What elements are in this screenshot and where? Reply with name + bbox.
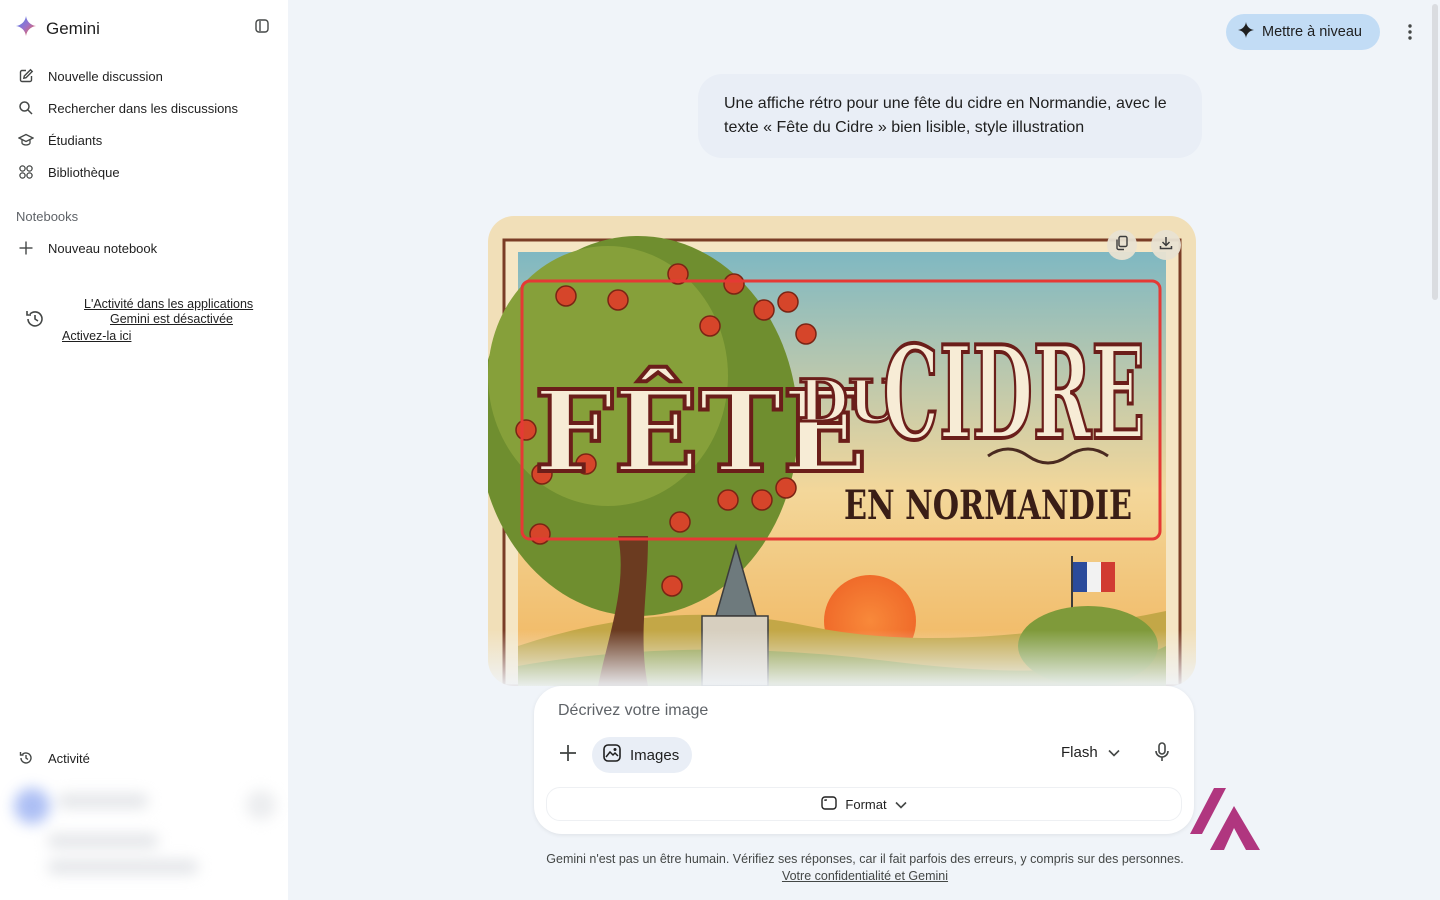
disclaimer: Gemini n'est pas un être humain. Vérifie… bbox=[490, 851, 1240, 885]
grid-icon bbox=[18, 164, 34, 180]
download-image-button[interactable] bbox=[1151, 230, 1181, 260]
activate-link[interactable]: Activez-la ici bbox=[62, 328, 131, 344]
sidebar-item-label: Activité bbox=[48, 750, 90, 766]
gemini-sparkle-icon bbox=[16, 16, 36, 41]
poster-subtitle: EN NORMANDIE bbox=[844, 482, 1132, 529]
brand[interactable]: Gemini bbox=[16, 16, 100, 41]
aspect-ratio-icon bbox=[821, 795, 838, 813]
model-selector[interactable]: Flash bbox=[1061, 744, 1120, 761]
user-prompt-text: Une affiche rétro pour une fête du cidre… bbox=[724, 95, 1167, 136]
history-icon bbox=[24, 308, 46, 335]
sidebar-item-label: Bibliothèque bbox=[48, 164, 120, 180]
upgrade-label: Mettre à niveau bbox=[1262, 24, 1362, 40]
image-fade-overlay bbox=[488, 630, 1196, 690]
search-icon bbox=[18, 100, 34, 116]
disclaimer-text: Gemini n'est pas un être humain. Vérifie… bbox=[546, 852, 1184, 866]
user-prompt-bubble: Une affiche rétro pour une fête du cidre… bbox=[698, 74, 1202, 158]
images-tool-chip[interactable]: Images bbox=[592, 737, 692, 773]
copy-icon bbox=[1114, 235, 1130, 256]
graduation-cap-icon bbox=[18, 132, 34, 148]
history-icon bbox=[18, 750, 34, 766]
sidebar-item-new-chat[interactable]: Nouvelle discussion bbox=[0, 60, 288, 92]
sidebar-item-students[interactable]: Étudiants bbox=[0, 124, 288, 156]
edit-icon bbox=[18, 68, 34, 84]
prompt-composer: Décrivez votre image Images Flash Format bbox=[534, 686, 1194, 834]
new-notebook-label: Nouveau notebook bbox=[48, 240, 158, 256]
generated-image[interactable]: FÊTE DU CIDRE EN NORMANDIE bbox=[488, 216, 1196, 686]
microphone-button[interactable] bbox=[1152, 741, 1172, 767]
notebooks-section-label: Notebooks bbox=[16, 209, 79, 224]
avatar bbox=[14, 788, 50, 824]
more-options-icon[interactable] bbox=[1398, 20, 1422, 44]
account-area[interactable] bbox=[8, 780, 278, 890]
sidebar-item-label: Rechercher dans les discussions bbox=[48, 100, 239, 116]
sidebar: Gemini Nouvelle discussion Rechercher da… bbox=[0, 0, 288, 900]
format-selector[interactable]: Format bbox=[546, 787, 1182, 821]
download-icon bbox=[1158, 235, 1174, 256]
scrollbar[interactable] bbox=[1430, 0, 1440, 900]
sidebar-item-label: Nouvelle discussion bbox=[48, 68, 163, 84]
chevron-down-icon bbox=[895, 797, 907, 812]
new-notebook-button[interactable]: Nouveau notebook bbox=[0, 232, 288, 264]
image-edit-icon bbox=[602, 743, 622, 767]
format-label: Format bbox=[845, 796, 887, 812]
poster-title-cidre: CIDRE bbox=[883, 319, 1145, 469]
watermark-logo-icon bbox=[1190, 788, 1262, 850]
plus-icon bbox=[18, 240, 34, 256]
plus-icon bbox=[558, 743, 578, 768]
activity-notice-link[interactable]: Gemini est désactivée bbox=[110, 311, 233, 327]
sidebar-item-search[interactable]: Rechercher dans les discussions bbox=[0, 92, 288, 124]
model-label: Flash bbox=[1061, 744, 1098, 761]
sidebar-toggle-icon[interactable] bbox=[252, 16, 272, 36]
sidebar-item-activity[interactable]: Activité bbox=[0, 742, 288, 774]
microphone-icon bbox=[1155, 741, 1169, 767]
sidebar-item-library[interactable]: Bibliothèque bbox=[0, 156, 288, 188]
images-chip-label: Images bbox=[630, 746, 680, 764]
sidebar-item-label: Étudiants bbox=[48, 132, 103, 148]
prompt-input[interactable]: Décrivez votre image bbox=[558, 702, 708, 720]
upgrade-button[interactable]: Mettre à niveau bbox=[1226, 14, 1380, 50]
sidebar-nav: Nouvelle discussion Rechercher dans les … bbox=[0, 60, 288, 188]
add-attachment-button[interactable] bbox=[556, 743, 580, 767]
activity-notice-link[interactable]: L'Activité dans les applications bbox=[84, 296, 253, 312]
chevron-down-icon bbox=[1108, 744, 1120, 761]
sparkle-icon bbox=[1238, 22, 1254, 42]
privacy-link[interactable]: Votre confidentialité et Gemini bbox=[490, 868, 1240, 885]
copy-image-button[interactable] bbox=[1107, 230, 1137, 260]
app-title: Gemini bbox=[46, 18, 100, 38]
